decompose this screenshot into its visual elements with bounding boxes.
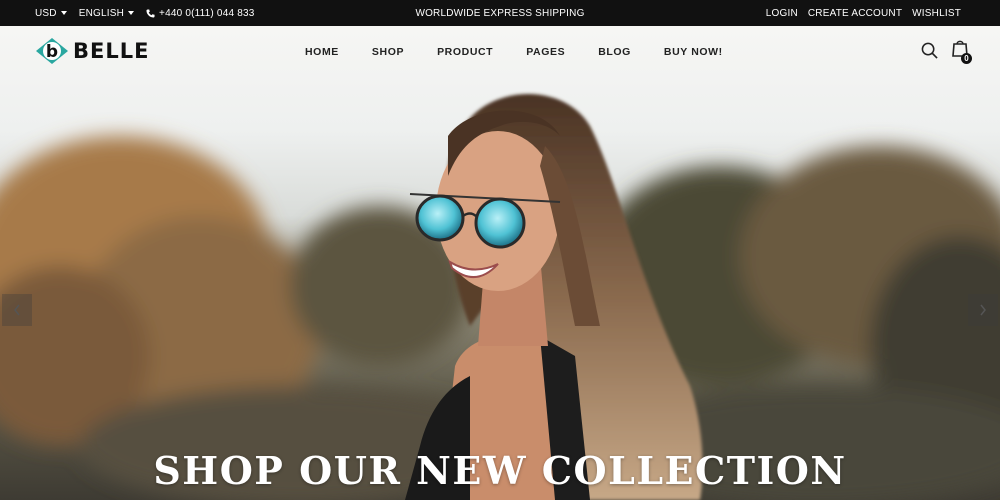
phone-contact[interactable]: +440 0(111) 044 833: [146, 8, 254, 19]
cart-count-badge: 0: [961, 53, 972, 64]
slider-next-button[interactable]: [968, 294, 998, 326]
hero-headline: SHOP OUR NEW COLLECTION: [153, 448, 847, 493]
nav-blog[interactable]: BLOG: [598, 46, 631, 58]
create-account-link[interactable]: CREATE ACCOUNT: [808, 8, 902, 19]
phone-icon: [146, 8, 155, 18]
nav-product[interactable]: PRODUCT: [437, 46, 493, 58]
logo-text: BELLE: [73, 39, 150, 63]
logo[interactable]: b BELLE: [35, 36, 149, 66]
hero-banner: [0, 26, 1000, 500]
nav-buy-now[interactable]: BUY NOW!: [664, 46, 723, 58]
phone-number: +440 0(111) 044 833: [159, 7, 255, 19]
chevron-down-icon: [60, 11, 67, 15]
main-header: b BELLE HOME SHOP PRODUCT PAGES BLOG BUY…: [0, 26, 1000, 78]
nav-home[interactable]: HOME: [305, 46, 339, 58]
currency-dropdown[interactable]: USD: [35, 8, 67, 19]
top-bar: USD ENGLISH +440 0(111) 044 833 WORLDWID…: [0, 0, 1000, 26]
login-link[interactable]: LOGIN: [766, 8, 798, 19]
hero-image: [0, 94, 1000, 500]
language-dropdown[interactable]: ENGLISH: [78, 7, 135, 19]
wishlist-link[interactable]: WISHLIST: [912, 8, 961, 19]
language-label: ENGLISH: [78, 7, 125, 19]
currency-label: USD: [35, 7, 57, 19]
search-icon[interactable]: [921, 42, 938, 59]
chevron-right-icon: [980, 304, 986, 316]
cart-button[interactable]: 0: [952, 39, 972, 64]
slider-prev-button[interactable]: [2, 294, 32, 326]
nav-pages[interactable]: PAGES: [526, 46, 565, 58]
chevron-down-icon: [128, 11, 135, 15]
chevron-left-icon: [14, 304, 20, 316]
shipping-promo: WORLDWIDE EXPRESS SHIPPING: [415, 7, 585, 19]
nav-shop[interactable]: SHOP: [372, 46, 404, 58]
logo-mark: b: [36, 38, 68, 64]
logo-letter: b: [46, 42, 58, 62]
main-nav: HOME SHOP PRODUCT PAGES BLOG BUY NOW!: [290, 26, 756, 78]
